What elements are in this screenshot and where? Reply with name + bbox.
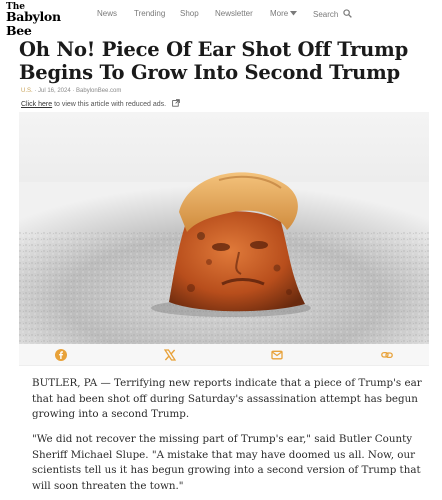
email-icon[interactable] [271, 349, 283, 361]
top-nav: The Babylon Bee News Trending Shop Newsl… [0, 0, 442, 38]
caret-down-icon [290, 11, 298, 16]
logo-line-2: Babylon Bee [6, 9, 61, 38]
reduced-ads-notice: Click here to view this article with red… [21, 99, 180, 108]
nav-more-label: More [270, 9, 289, 18]
article-meta-details: · Jul 16, 2024 · BabylonBee.com [32, 88, 122, 94]
nav-shop[interactable]: Shop [180, 9, 199, 18]
article-title: Oh No! Piece Of Ear Shot Off Trump Begin… [19, 38, 409, 84]
search-icon [342, 9, 352, 18]
nav-newsletter[interactable]: Newsletter [215, 9, 253, 18]
nav-news[interactable]: News [97, 9, 117, 18]
nav-more[interactable]: More [270, 9, 298, 18]
reduced-ads-text: to view this article with reduced ads. [52, 101, 167, 108]
x-icon[interactable] [164, 349, 176, 361]
copy-link-icon[interactable] [381, 349, 393, 361]
nav-search[interactable]: Search [313, 9, 352, 19]
nav-trending[interactable]: Trending [134, 9, 165, 18]
share-bar [19, 344, 429, 366]
hero-image [19, 112, 429, 344]
article-meta: U.S. · Jul 16, 2024 · BabylonBee.com [21, 88, 121, 94]
article-paragraph: "We did not recover the missing part of … [32, 433, 421, 492]
site-logo[interactable]: The Babylon Bee [6, 2, 70, 38]
nav-search-label: Search [313, 10, 339, 19]
article-paragraph: BUTLER, PA — Terrifying new reports indi… [32, 377, 422, 420]
facebook-icon[interactable] [55, 349, 67, 361]
article-category[interactable]: U.S. [21, 88, 33, 94]
reduced-ads-link[interactable]: Click here [21, 101, 52, 108]
hero-illustration [19, 112, 429, 344]
external-link-icon[interactable] [172, 99, 180, 107]
